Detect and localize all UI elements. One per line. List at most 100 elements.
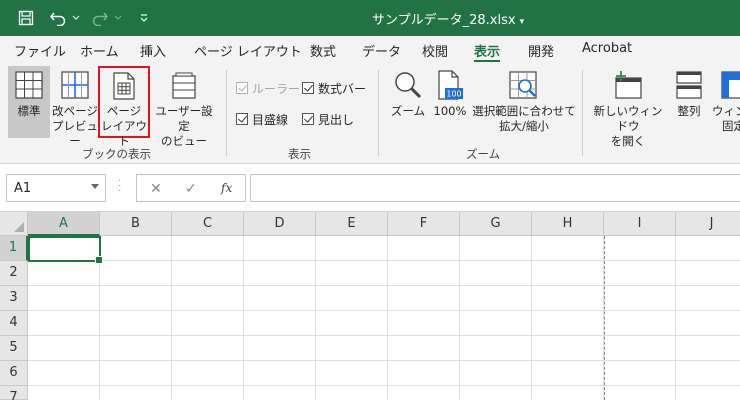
- undo-icon[interactable]: [46, 6, 70, 30]
- tab-page-layout[interactable]: ページ レイアウト: [194, 41, 302, 60]
- column-header-j[interactable]: J: [676, 212, 740, 236]
- column-header-c[interactable]: C: [172, 212, 244, 236]
- custom-views-label-1: ユーザー設定: [155, 104, 213, 133]
- column-header-g[interactable]: G: [460, 212, 532, 236]
- zoom-100-icon: 100: [438, 70, 463, 100]
- tab-review[interactable]: 校閲: [422, 41, 448, 60]
- normal-view-button[interactable]: 標準: [8, 66, 50, 138]
- tab-formulas[interactable]: 数式: [310, 41, 336, 60]
- row-header-4[interactable]: 4: [0, 311, 28, 336]
- tab-data[interactable]: データ: [362, 41, 401, 60]
- group-separator: [378, 70, 379, 156]
- gridlines-checkbox[interactable]: 目盛線: [236, 111, 288, 127]
- column-header-b[interactable]: B: [100, 212, 172, 236]
- select-all-button[interactable]: [0, 212, 28, 236]
- insert-function-icon[interactable]: fx: [221, 181, 232, 195]
- page-layout-label-1: ページ: [106, 104, 142, 118]
- freeze-panes-button[interactable]: ウィンド 固定: [708, 66, 740, 138]
- quick-access-toolbar: [14, 6, 156, 30]
- ruler-checkbox[interactable]: ルーラー: [236, 80, 300, 96]
- tab-insert[interactable]: 挿入: [140, 41, 166, 60]
- zoom-to-selection-button[interactable]: 選択範囲に合わせて 拡大/縮小: [472, 66, 576, 138]
- column-header-h[interactable]: H: [532, 212, 604, 236]
- save-icon[interactable]: [14, 6, 38, 30]
- zoom-100-button[interactable]: 100 100%: [430, 66, 470, 138]
- gridlines-checkbox-label: 目盛線: [252, 112, 289, 127]
- redo-icon[interactable]: [88, 6, 112, 30]
- title-dropdown-icon: ▾: [519, 17, 525, 27]
- ruler-checkbox-label: ルーラー: [252, 81, 301, 96]
- tab-developer[interactable]: 開発: [528, 41, 554, 60]
- ribbon-tabs: ファイル ホーム 挿入 ページ レイアウト 数式 データ 校閲 表示 開発 Ac…: [0, 36, 740, 64]
- row-header-6[interactable]: 6: [0, 361, 28, 386]
- title-bar: サンプルデータ_28.xlsx ▾: [0, 0, 740, 36]
- freeze-panes-label-2: 固定: [722, 119, 740, 133]
- zoom-100-icon-text: 100: [446, 90, 461, 99]
- enter-icon[interactable]: ✓: [185, 181, 197, 197]
- tab-acrobat[interactable]: Acrobat: [582, 41, 632, 56]
- name-box[interactable]: A1: [6, 174, 106, 202]
- column-header-f[interactable]: F: [388, 212, 460, 236]
- freeze-panes-icon: [721, 71, 740, 99]
- tab-file[interactable]: ファイル: [14, 41, 66, 60]
- custom-views-icon: [172, 72, 196, 99]
- ribbon: 標準 改ページ プレビュー ページ レイアウト ユーザー設定 のビュー ブックの…: [0, 64, 740, 164]
- page-break-preview-label-2: プレビュー: [52, 119, 98, 148]
- undo-dropdown-icon[interactable]: [70, 6, 82, 30]
- formula-bar: A1 · · · ✕ ✓ fx: [0, 165, 740, 212]
- row-header-3[interactable]: 3: [0, 286, 28, 311]
- headings-checkbox-label: 見出し: [318, 112, 355, 127]
- normal-view-icon: [15, 71, 43, 99]
- row-header-7[interactable]: 7: [0, 386, 28, 400]
- column-header-a[interactable]: A: [28, 212, 100, 236]
- column-header-e[interactable]: E: [316, 212, 388, 236]
- zoom-100-label: 100%: [433, 104, 467, 118]
- zoom-to-selection-label-1: 選択範囲に合わせて: [472, 104, 576, 118]
- new-window-label-1: 新しいウィンドウ: [593, 104, 663, 133]
- page-break-preview-label-1: 改ページ: [52, 104, 98, 118]
- row-header-2[interactable]: 2: [0, 261, 28, 286]
- column-header-i[interactable]: I: [604, 212, 676, 236]
- workbook-views-group-label: ブックの表示: [82, 147, 151, 161]
- freeze-panes-label-1: ウィンド: [712, 104, 740, 118]
- cell-area[interactable]: [28, 236, 740, 400]
- formula-buttons: ✕ ✓ fx: [136, 174, 246, 202]
- custom-views-button[interactable]: ユーザー設定 のビュー: [152, 66, 216, 148]
- headings-checkbox[interactable]: 見出し: [302, 111, 354, 127]
- custom-views-label-2: のビュー: [161, 134, 207, 148]
- customize-qat-icon[interactable]: [132, 6, 156, 30]
- active-cell-a1[interactable]: [28, 236, 103, 264]
- new-window-button[interactable]: 新しいウィンドウ を開く: [588, 66, 668, 148]
- name-box-dropdown-icon[interactable]: [91, 184, 99, 189]
- zoom-button[interactable]: ズーム: [388, 66, 428, 138]
- group-separator: [226, 70, 227, 156]
- zoom-to-selection-icon: [509, 71, 537, 99]
- arrange-all-icon: [676, 71, 702, 99]
- redo-dropdown-icon[interactable]: [112, 6, 124, 30]
- zoom-label: ズーム: [390, 104, 426, 118]
- formula-bar-resize-handle[interactable]: · · ·: [118, 177, 121, 197]
- headings-checkbox-box: [302, 113, 314, 125]
- page-break-line: [604, 236, 605, 400]
- formula-bar-checkbox[interactable]: 数式バー: [302, 80, 366, 96]
- row-header-5[interactable]: 5: [0, 336, 28, 361]
- column-header-d[interactable]: D: [244, 212, 316, 236]
- row-header-1[interactable]: 1: [0, 236, 28, 261]
- normal-view-label: 標準: [17, 104, 41, 118]
- arrange-all-button[interactable]: 整列: [670, 66, 708, 138]
- page-break-preview-button[interactable]: 改ページ プレビュー: [52, 66, 98, 148]
- formula-bar-checkbox-label: 数式バー: [318, 81, 367, 96]
- name-box-value: A1: [14, 181, 32, 196]
- new-window-icon: [615, 71, 642, 99]
- show-group-label: 表示: [288, 147, 311, 161]
- worksheet-grid: A B C D E F G H I J 1 2 3 4 5 6 7: [0, 212, 740, 400]
- gridlines-checkbox-box: [236, 113, 248, 125]
- tab-view[interactable]: 表示: [474, 41, 501, 62]
- page-layout-button[interactable]: ページ レイアウト: [98, 66, 150, 148]
- window-title[interactable]: サンプルデータ_28.xlsx ▾: [372, 9, 524, 28]
- formula-bar-checkbox-box: [302, 82, 314, 94]
- tab-home[interactable]: ホーム: [80, 41, 119, 60]
- cancel-icon[interactable]: ✕: [150, 181, 162, 197]
- formula-input[interactable]: [250, 174, 740, 202]
- magnifier-icon: [395, 72, 422, 99]
